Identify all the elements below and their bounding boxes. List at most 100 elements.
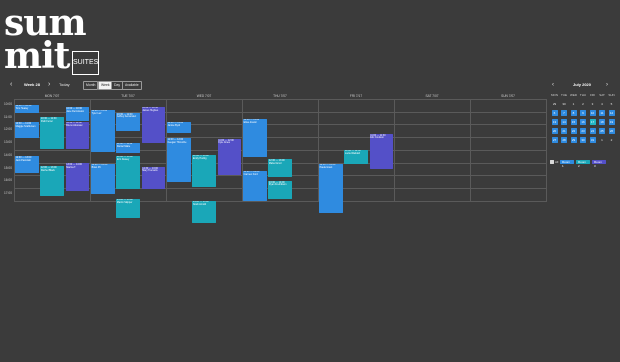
event-title: Ryan Fredrikson bbox=[268, 183, 287, 187]
event-title: Janice Byrd bbox=[167, 124, 181, 128]
calendar-event[interactable]: 10:30 — 11:00 Jeffrey Fernandez bbox=[116, 112, 141, 131]
mini-calendar-day[interactable]: 17 bbox=[589, 119, 596, 125]
mini-calendar-day[interactable]: 21 bbox=[561, 128, 567, 134]
mini-calendar-day[interactable]: 4 bbox=[599, 101, 605, 107]
mini-calendar-day[interactable]: 15 bbox=[570, 119, 577, 125]
mini-next-month-arrow-icon[interactable]: › bbox=[606, 80, 608, 90]
event-title: Mary Tremaris bbox=[142, 169, 158, 173]
mini-calendar-day[interactable]: 12 bbox=[608, 110, 615, 116]
calendar-event[interactable]: 12:00 — 13:00 Brian Pit bbox=[91, 163, 115, 194]
event-title: Rachel Black bbox=[40, 168, 55, 172]
calendar-event[interactable]: 12:00 — 13:00 Emily Hodrig bbox=[192, 154, 217, 188]
mini-weekday-label: WED bbox=[570, 93, 577, 97]
mini-calendar-day[interactable]: 18 bbox=[599, 119, 605, 125]
calendar-event[interactable]: 11:00 — 12:00 Keegan Thimothe bbox=[167, 138, 191, 182]
next-week-arrow-icon[interactable]: › bbox=[48, 80, 50, 90]
event-title: Kyle Jones bbox=[218, 141, 230, 145]
mini-calendar-day[interactable]: 29 bbox=[552, 101, 558, 107]
event-title: Marina T. bbox=[66, 165, 77, 169]
calendar-event[interactable]: 13:00 — 14:00 Carmen Ford bbox=[243, 170, 267, 202]
mini-calendar-day[interactable]: 28 bbox=[561, 137, 567, 143]
calendar-event[interactable]: 11:00 — 11:30 Daniel Maite bbox=[116, 142, 141, 153]
calendar-event[interactable]: 14:00 — 15:00 Martin Skipper bbox=[116, 198, 141, 218]
mini-calendar-day[interactable]: 30 bbox=[580, 137, 586, 143]
calendar-event[interactable]: 13:00 — 14:00 Marina T. bbox=[65, 163, 90, 192]
mini-calendar-day[interactable]: 16 bbox=[580, 119, 586, 125]
calendar-event[interactable]: 14:00 — 15:00 Noah Arnold bbox=[192, 200, 217, 223]
view-available-button[interactable]: Available bbox=[122, 81, 142, 90]
mini-calendar-day[interactable]: 19 bbox=[608, 119, 615, 125]
mini-calendar-day[interactable]: 5 bbox=[609, 101, 615, 107]
mini-calendar-day[interactable]: 23 bbox=[580, 128, 586, 134]
time-label: 14:00 bbox=[4, 152, 12, 157]
calendar-event[interactable]: 12:30 — 13:00 Mary Tremaris bbox=[141, 166, 166, 189]
event-title: Martin Skipper bbox=[116, 201, 133, 205]
calendar-event[interactable]: 10:00 — 10:30 Tom Healey bbox=[15, 104, 39, 113]
calendar-toolbar: ‹ Week 28 › Today Month Week Day Availab… bbox=[4, 80, 144, 92]
calendar-event[interactable]: 12:00 — 12:30 Lucia Waddell bbox=[344, 149, 369, 164]
calendar-event[interactable]: 10:00 — 10:30 James Hughes bbox=[141, 106, 166, 144]
mini-calendar-day[interactable]: 11 bbox=[599, 110, 605, 116]
time-label: 17:00 bbox=[4, 190, 12, 195]
week-calendar-grid: MON 7/07 TUE 7/07 WED 7/07 THU 7/07 FRI 7/17… bbox=[14, 94, 547, 223]
mini-calendar-day[interactable]: 2 bbox=[580, 101, 586, 107]
room-filter-chip[interactable]: Room 2 bbox=[576, 160, 590, 168]
mini-calendar-day[interactable]: 3 bbox=[590, 101, 596, 107]
time-label: 16:00 bbox=[4, 178, 12, 183]
calendar-event[interactable]: 10:30 — 11:00 Bruno Attonsier bbox=[65, 121, 90, 150]
event-title: Bruno Attonsier bbox=[66, 124, 83, 128]
mini-calendar-day[interactable]: 9 bbox=[580, 110, 586, 116]
calendar-event[interactable]: 12:00 — 13:00 Erin Dewey bbox=[116, 155, 141, 189]
calendar-event[interactable]: 12:00 — 13:00 Jack Pastolski bbox=[15, 156, 39, 174]
mini-calendar-day[interactable]: 1 bbox=[571, 101, 577, 107]
time-label: 11:00 bbox=[4, 114, 12, 119]
mini-calendar-day[interactable]: 20 bbox=[551, 128, 558, 134]
mini-calendar-day[interactable]: 25 bbox=[599, 128, 605, 134]
time-label: 12:00 bbox=[4, 127, 12, 132]
mini-weekday-label: MON bbox=[551, 93, 558, 97]
mini-calendar-day[interactable]: 29 bbox=[570, 137, 577, 143]
mini-calendar-day[interactable]: 7 bbox=[561, 110, 567, 116]
mini-calendar-day[interactable]: 1 bbox=[599, 137, 605, 143]
event-title: Lucia Waddell bbox=[344, 152, 360, 156]
mini-calendar-day[interactable]: 24 bbox=[589, 128, 596, 134]
calendar-event[interactable]: 12:00 — 13:00 Rachel Black bbox=[40, 166, 65, 197]
calendar-event[interactable]: 10:30 — 11:00 Maggie Scaffersen bbox=[15, 122, 39, 138]
mini-weekday-label: SAT bbox=[599, 93, 605, 97]
mini-calendar-day[interactable]: 10 bbox=[589, 110, 596, 116]
calendar-event[interactable]: 10:30 — 11:30 Patti Ferrer bbox=[40, 117, 65, 150]
mini-calendar-day[interactable]: 6 bbox=[551, 110, 558, 116]
calendar-event[interactable]: 11:00 — 12:00 Kyle Jones bbox=[217, 139, 242, 175]
calendar-event[interactable]: 10:00 — 11:00 Tyler Lief bbox=[91, 109, 115, 152]
calendar-event[interactable]: 10:00 — 10:30 Jane Dermission bbox=[65, 107, 90, 121]
all-rooms-checkbox[interactable] bbox=[550, 160, 554, 164]
mini-calendar-day[interactable]: 30 bbox=[561, 101, 567, 107]
room-filter-chip[interactable]: Room 1 bbox=[560, 160, 574, 168]
prev-week-arrow-icon[interactable]: ‹ bbox=[10, 80, 12, 90]
time-label: 15:00 bbox=[4, 165, 12, 170]
event-title: Eric Coulson bbox=[370, 136, 384, 140]
mini-weekday-label: FRI bbox=[590, 93, 595, 97]
calendar-event[interactable]: 10:30 — 11:00 Elisa Jovetic bbox=[243, 118, 267, 157]
calendar-event[interactable]: 10:30 — 11:00 Janice Byrd bbox=[167, 121, 191, 133]
mini-month-calendar: ‹ July 2020 › MON TUE WED THU FRI SAT SUN 29 30 1… bbox=[548, 80, 616, 170]
room-filter-chip[interactable]: Room 3 bbox=[592, 160, 606, 168]
mini-weekday-label: SUN bbox=[608, 93, 615, 97]
mini-calendar-day[interactable]: 31 bbox=[589, 137, 596, 143]
mini-calendar-day[interactable]: 2 bbox=[609, 137, 615, 143]
mini-calendar-day[interactable]: 14 bbox=[561, 119, 567, 125]
event-title: Jeffrey Fernandez bbox=[116, 115, 137, 119]
mini-calendar-day[interactable]: 22 bbox=[570, 128, 577, 134]
calendar-event[interactable]: 11:00 — 11:30 Eric Coulson bbox=[369, 133, 394, 170]
mini-calendar-day[interactable]: 27 bbox=[551, 137, 558, 143]
event-title: Jack Pastolski bbox=[15, 158, 31, 162]
calendar-event[interactable]: 12:30 — 13:00 Mabel Arnol bbox=[268, 159, 293, 178]
time-label: 10:00 bbox=[4, 102, 12, 106]
mini-calendar-day[interactable]: 26 bbox=[608, 128, 615, 134]
mini-calendar-day[interactable]: 13 bbox=[551, 119, 558, 125]
calendar-event[interactable]: 12:30 — 13:00 Paula Grant bbox=[319, 163, 343, 213]
mini-calendar-day[interactable]: 8 bbox=[570, 110, 577, 116]
today-button[interactable]: Today bbox=[59, 80, 70, 90]
view-month-button[interactable]: Month bbox=[83, 81, 99, 90]
calendar-event[interactable]: 13:30 — 14:00 Ryan Fredrikson bbox=[268, 180, 293, 199]
